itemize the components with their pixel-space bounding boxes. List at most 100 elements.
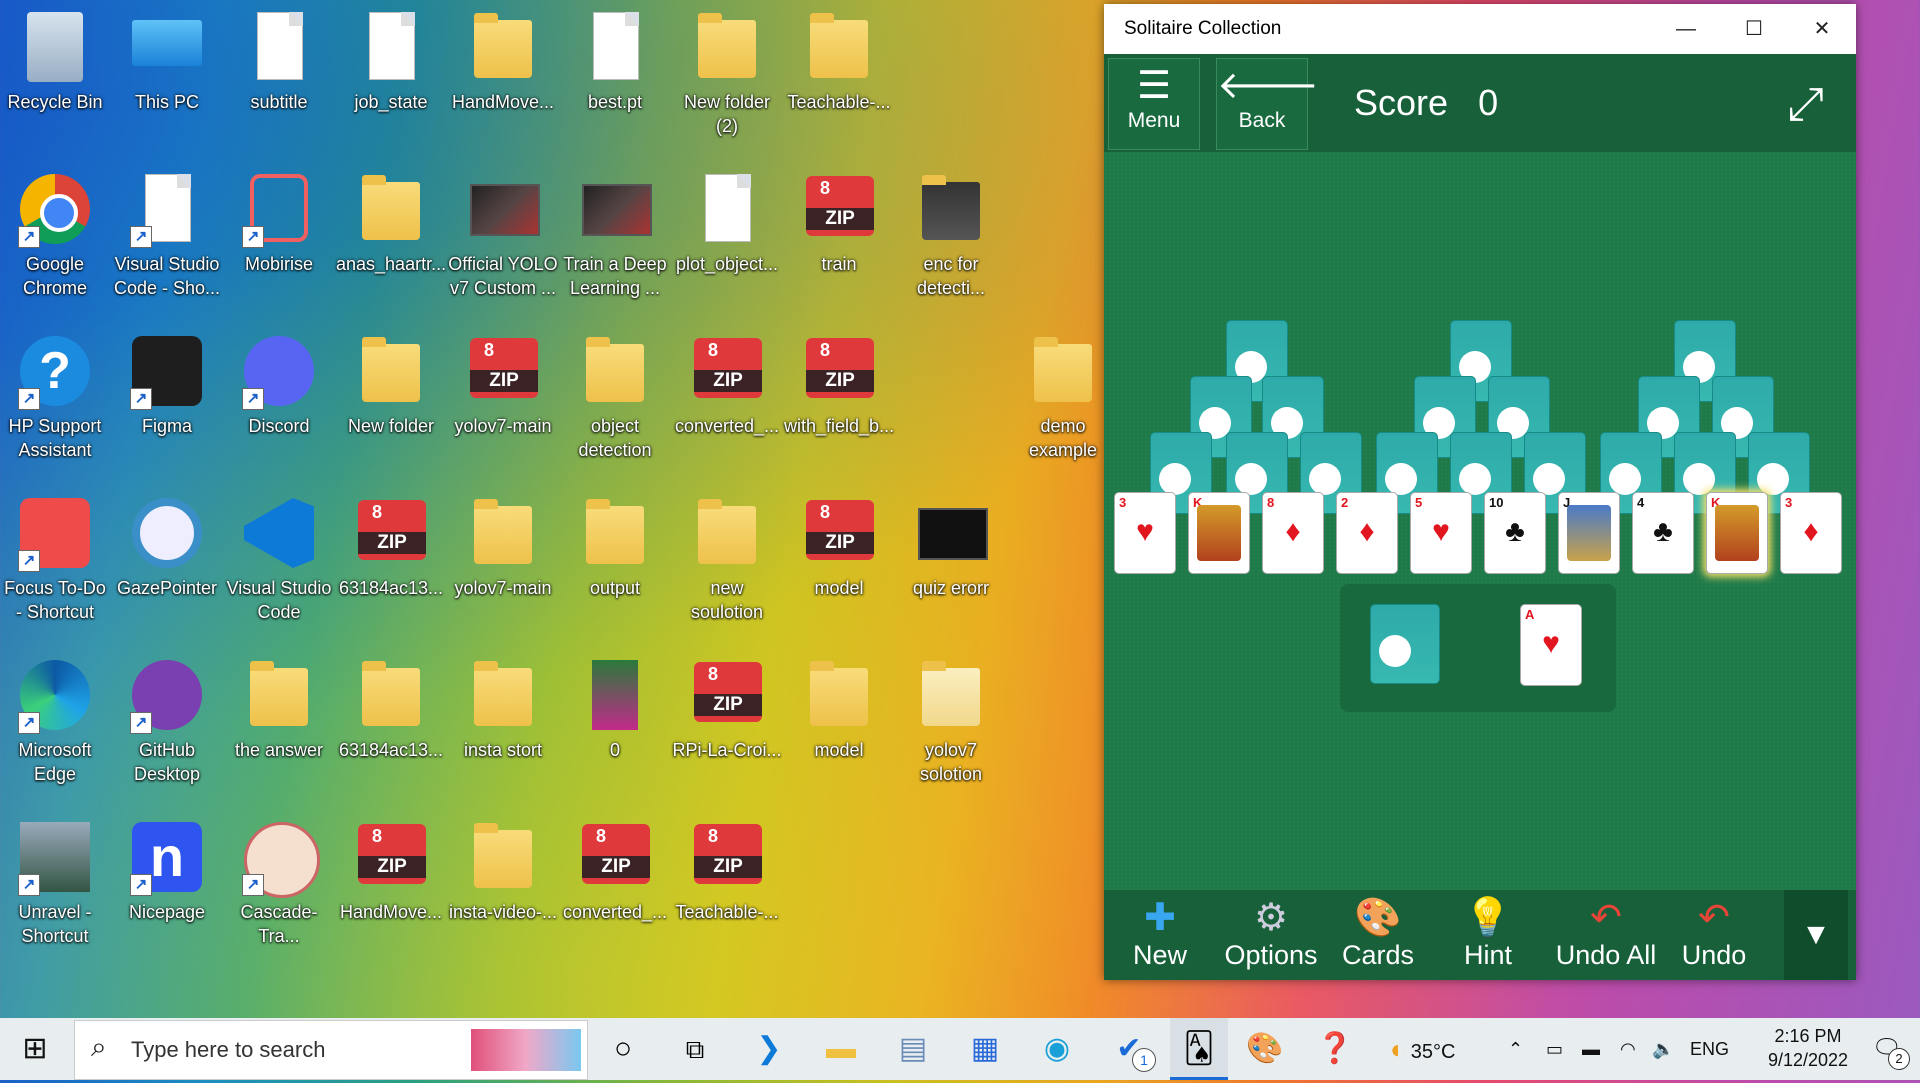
desktop-icon-gazepointer[interactable]: GazePointer <box>112 486 222 646</box>
cards-button[interactable]: 🎨 Cards <box>1328 896 1428 976</box>
desktop-icon-model-folder[interactable]: model <box>784 648 894 808</box>
desktop-icon-subtitle[interactable]: subtitle <box>224 0 334 160</box>
desktop-icon-hp-support[interactable]: ? ↗ HP Support Assistant <box>0 324 110 484</box>
taskbar-solitaire[interactable]: 🂡 <box>1170 1018 1228 1080</box>
desktop-icon-nicepage[interactable]: n ↗ Nicepage <box>112 810 222 970</box>
desktop-icon-google-chrome[interactable]: ↗ Google Chrome <box>0 162 110 322</box>
desktop-icon-enc-for-detection[interactable]: enc for detecti... <box>896 162 1006 322</box>
minimize-button[interactable]: — <box>1652 4 1720 54</box>
desktop-icon-model-zip[interactable]: ZIPmodel <box>784 486 894 646</box>
desktop-icon-plot-object[interactable]: plot_object... <box>672 162 782 322</box>
battery-icon[interactable]: ▭ <box>1546 1018 1563 1080</box>
desktop-icon-best-pt[interactable]: best.pt <box>560 0 670 160</box>
desktop-icon-figma[interactable]: ↗ Figma <box>112 324 222 484</box>
desktop-icon-unravel[interactable]: ↗ Unravel - Shortcut <box>0 810 110 970</box>
maximize-button[interactable]: ☐ <box>1720 4 1788 54</box>
hint-button[interactable]: 💡 Hint <box>1438 896 1538 976</box>
playing-card[interactable]: 2 ♦ <box>1336 492 1398 574</box>
desktop-icon-teachable-zip[interactable]: ZIPTeachable-... <box>672 810 782 970</box>
desktop-icon-anas-haartr[interactable]: anas_haartr... <box>336 162 446 322</box>
desktop-icon-63184-folder[interactable]: 63184ac13... <box>336 648 446 808</box>
taskbar-paint[interactable]: 🎨 <box>1236 1018 1294 1080</box>
taskbar-file-explorer[interactable]: ▬ <box>812 1018 870 1080</box>
desktop-icon-handmove-zip[interactable]: ZIPHandMove... <box>336 810 446 970</box>
desktop-icon-converted-zip[interactable]: ZIPconverted_... <box>672 324 782 484</box>
desktop-icon-demo-example[interactable]: demo example <box>1008 324 1118 484</box>
taskbar-edge[interactable]: ◉ <box>1028 1018 1086 1080</box>
playing-card[interactable]: J <box>1558 492 1620 574</box>
close-button[interactable]: ✕ <box>1788 4 1856 54</box>
playing-card[interactable]: 3 ♦ <box>1780 492 1842 574</box>
taskbar-vscode[interactable]: ❯ <box>740 1018 798 1080</box>
mobirise-icon: ↗ <box>240 170 318 248</box>
desktop-icon-new-folder[interactable]: New folder <box>336 324 446 484</box>
desktop-icon-teachable-folder[interactable]: Teachable-... <box>784 0 894 160</box>
desktop-icon-new-folder-2[interactable]: New folder (2) <box>672 0 782 160</box>
weather-widget[interactable]: ◐ 35°C <box>1390 1018 1455 1080</box>
fullscreen-icon[interactable]: ⤢ <box>1787 76 1824 132</box>
desktop-icon-mobirise[interactable]: ↗ Mobirise <box>224 162 334 322</box>
start-button[interactable]: ⊞ <box>6 1018 64 1080</box>
taskbar-microsoft-store[interactable]: ▦ <box>956 1018 1014 1080</box>
desktop-icon-the-answer[interactable]: the answer <box>224 648 334 808</box>
notification-center-button[interactable]: 🗨 2 <box>1858 1018 1916 1080</box>
playing-card[interactable]: K <box>1188 492 1250 574</box>
desktop-icon-microsoft-edge[interactable]: ↗ Microsoft Edge <box>0 648 110 808</box>
desktop-icon-yolo-video[interactable]: Official YOLO v7 Custom ... <box>448 162 558 322</box>
desktop-icon-visual-studio-code[interactable]: Visual Studio Code <box>224 486 334 646</box>
stock-pile[interactable] <box>1370 604 1440 684</box>
show-hidden-icons-button[interactable]: ⌃ <box>1508 1018 1523 1080</box>
desktop-icon-object-detection[interactable]: object detection <box>560 324 670 484</box>
playing-card[interactable]: 3 ♥ <box>1114 492 1176 574</box>
wifi-icon[interactable]: ◠ <box>1620 1018 1636 1080</box>
volume-icon[interactable]: 🔈 <box>1652 1018 1674 1080</box>
battery-status-icon[interactable]: ▬ <box>1582 1018 1600 1080</box>
desktop-icon-deep-learning-video[interactable]: Train a Deep Learning ... <box>560 162 670 322</box>
playing-card[interactable]: 10 ♣ <box>1484 492 1546 574</box>
desktop-icon-focus-todo[interactable]: ↗ Focus To-Do - Shortcut <box>0 486 110 646</box>
desktop-icon-with-field-zip[interactable]: ZIPwith_field_b... <box>784 324 894 484</box>
desktop-icon-recycle-bin[interactable]: Recycle Bin <box>0 0 110 160</box>
options-button[interactable]: ⚙ Options <box>1216 896 1326 976</box>
waste-card[interactable]: A ♥ <box>1520 604 1582 686</box>
desktop-icon-rpi-zip[interactable]: ZIPRPi-La-Croi... <box>672 648 782 808</box>
search-box[interactable]: ⌕ Type here to search <box>74 1020 588 1080</box>
desktop-icon-image-0[interactable]: 0 <box>560 648 670 808</box>
desktop-icon-job-state[interactable]: job_state <box>336 0 446 160</box>
desktop-icon-discord[interactable]: ↗ Discord <box>224 324 334 484</box>
desktop-icon-handmove-folder[interactable]: HandMove... <box>448 0 558 160</box>
desktop-icon-yolov7-solotion[interactable]: yolov7 solotion <box>896 648 1006 808</box>
desktop-icon-cascade[interactable]: ↗ Cascade-Tra... <box>224 810 334 970</box>
desktop-icon-yolov7-zip[interactable]: ZIPyolov7-main <box>448 324 558 484</box>
undo-all-button[interactable]: ↶ Undo All <box>1548 896 1664 976</box>
playing-card[interactable]: 5 ♥ <box>1410 492 1472 574</box>
taskbar-help[interactable]: ❓ <box>1306 1018 1364 1080</box>
desktop-icon-train-zip[interactable]: ZIPtrain <box>784 162 894 322</box>
taskbar-todo[interactable]: ✔ 1 <box>1100 1018 1158 1080</box>
window-titlebar[interactable]: Solitaire Collection — ☐ ✕ <box>1104 4 1856 54</box>
taskbar-performance-monitor[interactable]: ▤ <box>884 1018 942 1080</box>
menu-button[interactable]: ☰ Menu <box>1108 58 1200 150</box>
desktop-icon-github-desktop[interactable]: ↗ GitHub Desktop <box>112 648 222 808</box>
task-view-button[interactable]: ⧉ <box>666 1018 724 1080</box>
playing-card[interactable]: 4 ♣ <box>1632 492 1694 574</box>
cortana-button[interactable]: ○ <box>594 1018 652 1080</box>
clock[interactable]: 2:16 PM 9/12/2022 <box>1748 1018 1868 1080</box>
desktop-icon-this-pc[interactable]: This PC <box>112 0 222 160</box>
playing-card[interactable]: 8 ♦ <box>1262 492 1324 574</box>
language-indicator[interactable]: ENG <box>1690 1018 1729 1080</box>
desktop-icon-yolov7-folder[interactable]: yolov7-main <box>448 486 558 646</box>
desktop-icon-vscode-shortcut[interactable]: ↗ Visual Studio Code - Sho... <box>112 162 222 322</box>
desktop-icon-output[interactable]: output <box>560 486 670 646</box>
playing-card-highlighted[interactable]: K <box>1706 492 1768 574</box>
desktop-icon-converted-zip-2[interactable]: ZIPconverted_... <box>560 810 670 970</box>
undo-button[interactable]: ↶ Undo <box>1664 896 1764 976</box>
back-button[interactable]: 🡐 Back <box>1216 58 1319 150</box>
desktop-icon-quiz-erorr[interactable]: quiz erorr <box>896 486 1006 646</box>
desktop-icon-63184-zip[interactable]: ZIP63184ac13... <box>336 486 446 646</box>
desktop-icon-insta-video[interactable]: insta-video-... <box>448 810 558 970</box>
desktop-icon-insta-stort[interactable]: insta stort <box>448 648 558 808</box>
desktop-icon-new-soulotion[interactable]: new soulotion <box>672 486 782 646</box>
expand-bar-button[interactable]: ▼ <box>1784 890 1848 980</box>
new-game-button[interactable]: ✚ New <box>1110 896 1210 976</box>
